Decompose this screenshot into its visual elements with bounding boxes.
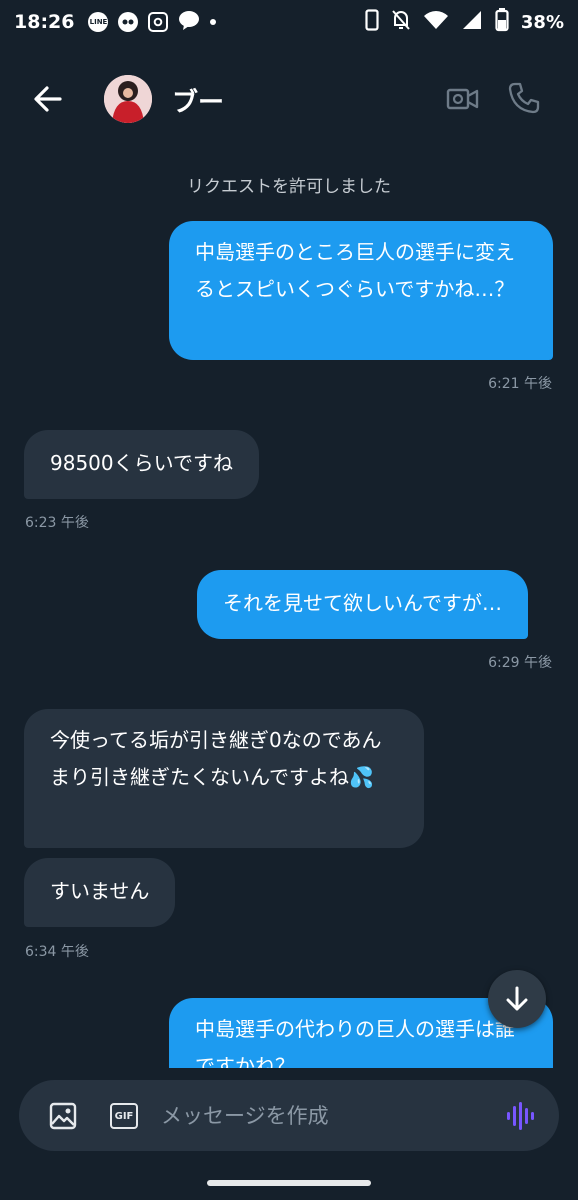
- message-bubble-incoming[interactable]: 98500くらいですね: [24, 430, 260, 499]
- image-icon: [49, 1102, 77, 1130]
- voice-message-button[interactable]: [505, 1100, 535, 1132]
- message-bubble-outgoing[interactable]: 中島選手のところ巨人の選手に変えるとスピいくつぐらいですかね…？: [169, 221, 553, 360]
- gif-button[interactable]: GIF: [110, 1103, 138, 1129]
- message-bubble-outgoing[interactable]: それを見せて欲しいんですが…: [197, 570, 528, 639]
- request-accepted-notice: リクエストを許可しました: [187, 177, 391, 197]
- gif-label: GIF: [114, 1110, 134, 1122]
- message-bubble-incoming[interactable]: 今使ってる垢が引き継ぎ0なのであんまり引き継ぎたくないんですよね💦: [24, 709, 424, 848]
- message-list[interactable]: リクエストを許可しました 中島選手のところ巨人の選手に変えるとスピいくつぐらいで…: [0, 0, 578, 1068]
- message-timestamp: 6:34 午後: [25, 944, 89, 960]
- message-composer: GIF: [19, 1080, 559, 1151]
- message-timestamp: 6:29 午後: [488, 655, 552, 671]
- message-bubble-incoming[interactable]: すいません: [24, 858, 176, 927]
- add-image-button[interactable]: [49, 1102, 77, 1130]
- message-input[interactable]: [161, 1098, 491, 1134]
- voice-waveform-icon: [507, 1102, 534, 1130]
- home-indicator[interactable]: [207, 1180, 371, 1186]
- scroll-to-bottom-button[interactable]: [488, 970, 546, 1028]
- arrow-down-icon: [506, 986, 528, 1011]
- message-timestamp: 6:23 午後: [25, 515, 89, 531]
- message-timestamp: 6:21 午後: [488, 376, 552, 392]
